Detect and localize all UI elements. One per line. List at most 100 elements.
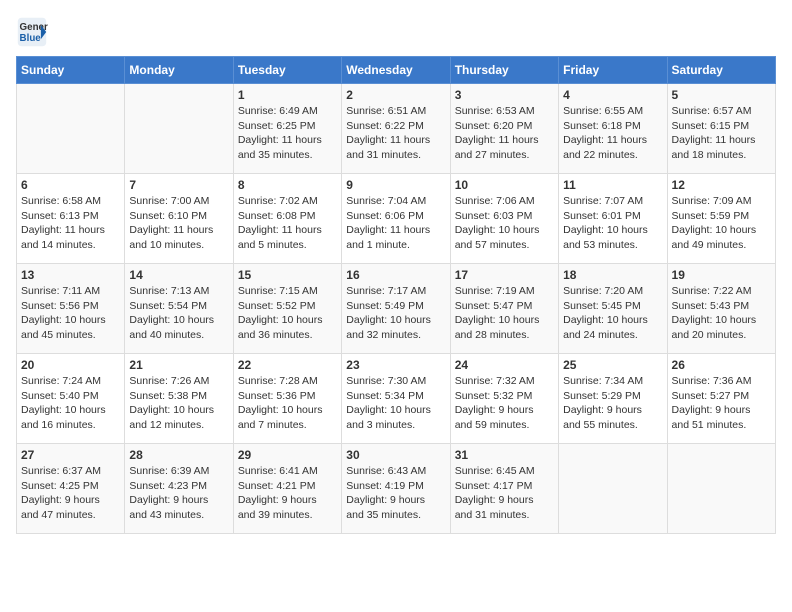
day-number: 17 [455,268,554,282]
day-number: 23 [346,358,445,372]
day-number: 28 [129,448,228,462]
day-number: 4 [563,88,662,102]
day-number: 24 [455,358,554,372]
calendar-cell: 7Sunrise: 7:00 AM Sunset: 6:10 PM Daylig… [125,174,233,264]
calendar-cell: 27 Sunrise: 6:37 AM Sunset: 4:25 PM Dayli… [17,444,125,534]
day-content: Sunrise: 7:36 AM Sunset: 5:27 PM Dayligh… [672,374,771,433]
weekday-header-friday: Friday [559,57,667,84]
calendar-cell: 16 Sunrise: 7:17 AM Sunset: 5:49 PM Dayli… [342,264,450,354]
day-content: Sunrise: 7:02 AM Sunset: 6:08 PM Dayligh… [238,194,337,253]
week-row-3: 13 Sunrise: 7:11 AM Sunset: 5:56 PM Dayli… [17,264,776,354]
calendar-cell: 9Sunrise: 7:04 AM Sunset: 6:06 PM Daylig… [342,174,450,264]
day-content: Sunrise: 7:13 AM Sunset: 5:54 PM Dayligh… [129,284,228,343]
day-number: 27 [21,448,120,462]
day-content: Sunrise: 6:53 AM Sunset: 6:20 PM Dayligh… [455,104,554,163]
calendar-cell: 12Sunrise: 7:09 AM Sunset: 5:59 PM Dayli… [667,174,775,264]
calendar-cell: 20 Sunrise: 7:24 AM Sunset: 5:40 PM Dayli… [17,354,125,444]
calendar-cell: 8 Sunrise: 7:02 AM Sunset: 6:08 PM Daylig… [233,174,341,264]
calendar-cell: 3 Sunrise: 6:53 AM Sunset: 6:20 PM Daylig… [450,84,558,174]
day-content: Sunrise: 6:49 AM Sunset: 6:25 PM Dayligh… [238,104,337,163]
svg-text:Blue: Blue [20,33,42,44]
day-content: Sunrise: 6:51 AM Sunset: 6:22 PM Dayligh… [346,104,445,163]
week-row-1: 1Sunrise: 6:49 AM Sunset: 6:25 PM Daylig… [17,84,776,174]
day-number: 3 [455,88,554,102]
calendar-cell: 19 Sunrise: 7:22 AM Sunset: 5:43 PM Dayli… [667,264,775,354]
calendar-cell: 25Sunrise: 7:34 AM Sunset: 5:29 PM Dayli… [559,354,667,444]
logo-icon: General Blue [16,16,48,48]
logo: General Blue [16,16,52,48]
day-number: 26 [672,358,771,372]
day-number: 21 [129,358,228,372]
day-number: 15 [238,268,337,282]
calendar-cell [559,444,667,534]
day-content: Sunrise: 7:24 AM Sunset: 5:40 PM Dayligh… [21,374,120,433]
day-number: 14 [129,268,228,282]
day-content: Sunrise: 7:28 AM Sunset: 5:36 PM Dayligh… [238,374,337,433]
calendar-body: 1Sunrise: 6:49 AM Sunset: 6:25 PM Daylig… [17,84,776,534]
calendar-cell: 31 Sunrise: 6:45 AM Sunset: 4:17 PM Dayli… [450,444,558,534]
calendar-cell: 28 Sunrise: 6:39 AM Sunset: 4:23 PM Dayli… [125,444,233,534]
day-number: 19 [672,268,771,282]
week-row-2: 6Sunrise: 6:58 AM Sunset: 6:13 PM Daylig… [17,174,776,264]
day-content: Sunrise: 7:15 AM Sunset: 5:52 PM Dayligh… [238,284,337,343]
day-content: Sunrise: 7:19 AM Sunset: 5:47 PM Dayligh… [455,284,554,343]
weekday-header-sunday: Sunday [17,57,125,84]
calendar-cell [125,84,233,174]
calendar-cell: 6Sunrise: 6:58 AM Sunset: 6:13 PM Daylig… [17,174,125,264]
day-number: 8 [238,178,337,192]
calendar-cell: 17 Sunrise: 7:19 AM Sunset: 5:47 PM Dayli… [450,264,558,354]
weekday-row: SundayMondayTuesdayWednesdayThursdayFrid… [17,57,776,84]
calendar-cell [667,444,775,534]
calendar-cell: 29Sunrise: 6:41 AM Sunset: 4:21 PM Dayli… [233,444,341,534]
week-row-5: 27 Sunrise: 6:37 AM Sunset: 4:25 PM Dayli… [17,444,776,534]
day-content: Sunrise: 6:37 AM Sunset: 4:25 PM Dayligh… [21,464,120,523]
day-content: Sunrise: 7:20 AM Sunset: 5:45 PM Dayligh… [563,284,662,343]
calendar-cell [17,84,125,174]
page-header: General Blue [16,16,776,48]
day-content: Sunrise: 7:11 AM Sunset: 5:56 PM Dayligh… [21,284,120,343]
day-content: Sunrise: 7:26 AM Sunset: 5:38 PM Dayligh… [129,374,228,433]
calendar-cell: 30Sunrise: 6:43 AM Sunset: 4:19 PM Dayli… [342,444,450,534]
calendar-cell: 13 Sunrise: 7:11 AM Sunset: 5:56 PM Dayli… [17,264,125,354]
day-number: 16 [346,268,445,282]
day-number: 2 [346,88,445,102]
day-number: 6 [21,178,120,192]
calendar-table: SundayMondayTuesdayWednesdayThursdayFrid… [16,56,776,534]
day-content: Sunrise: 7:07 AM Sunset: 6:01 PM Dayligh… [563,194,662,253]
day-number: 5 [672,88,771,102]
day-number: 20 [21,358,120,372]
day-content: Sunrise: 7:17 AM Sunset: 5:49 PM Dayligh… [346,284,445,343]
weekday-header-tuesday: Tuesday [233,57,341,84]
day-number: 29 [238,448,337,462]
day-number: 31 [455,448,554,462]
day-number: 30 [346,448,445,462]
day-content: Sunrise: 6:55 AM Sunset: 6:18 PM Dayligh… [563,104,662,163]
day-number: 9 [346,178,445,192]
day-content: Sunrise: 6:57 AM Sunset: 6:15 PM Dayligh… [672,104,771,163]
calendar-cell: 2 Sunrise: 6:51 AM Sunset: 6:22 PM Daylig… [342,84,450,174]
calendar-cell: 18Sunrise: 7:20 AM Sunset: 5:45 PM Dayli… [559,264,667,354]
day-content: Sunrise: 7:06 AM Sunset: 6:03 PM Dayligh… [455,194,554,253]
day-number: 13 [21,268,120,282]
calendar-cell: 1Sunrise: 6:49 AM Sunset: 6:25 PM Daylig… [233,84,341,174]
calendar-header: SundayMondayTuesdayWednesdayThursdayFrid… [17,57,776,84]
calendar-cell: 22 Sunrise: 7:28 AM Sunset: 5:36 PM Dayli… [233,354,341,444]
calendar-cell: 24 Sunrise: 7:32 AM Sunset: 5:32 PM Dayli… [450,354,558,444]
calendar-cell: 15 Sunrise: 7:15 AM Sunset: 5:52 PM Dayli… [233,264,341,354]
weekday-header-thursday: Thursday [450,57,558,84]
calendar-cell: 11Sunrise: 7:07 AM Sunset: 6:01 PM Dayli… [559,174,667,264]
calendar-cell: 4 Sunrise: 6:55 AM Sunset: 6:18 PM Daylig… [559,84,667,174]
day-content: Sunrise: 7:22 AM Sunset: 5:43 PM Dayligh… [672,284,771,343]
day-number: 7 [129,178,228,192]
day-content: Sunrise: 7:34 AM Sunset: 5:29 PM Dayligh… [563,374,662,433]
day-content: Sunrise: 7:32 AM Sunset: 5:32 PM Dayligh… [455,374,554,433]
week-row-4: 20 Sunrise: 7:24 AM Sunset: 5:40 PM Dayli… [17,354,776,444]
calendar-cell: 21 Sunrise: 7:26 AM Sunset: 5:38 PM Dayli… [125,354,233,444]
day-content: Sunrise: 6:45 AM Sunset: 4:17 PM Dayligh… [455,464,554,523]
calendar-cell: 10Sunrise: 7:06 AM Sunset: 6:03 PM Dayli… [450,174,558,264]
day-content: Sunrise: 7:30 AM Sunset: 5:34 PM Dayligh… [346,374,445,433]
day-number: 22 [238,358,337,372]
day-content: Sunrise: 7:09 AM Sunset: 5:59 PM Dayligh… [672,194,771,253]
calendar-cell: 23 Sunrise: 7:30 AM Sunset: 5:34 PM Dayli… [342,354,450,444]
day-content: Sunrise: 6:39 AM Sunset: 4:23 PM Dayligh… [129,464,228,523]
